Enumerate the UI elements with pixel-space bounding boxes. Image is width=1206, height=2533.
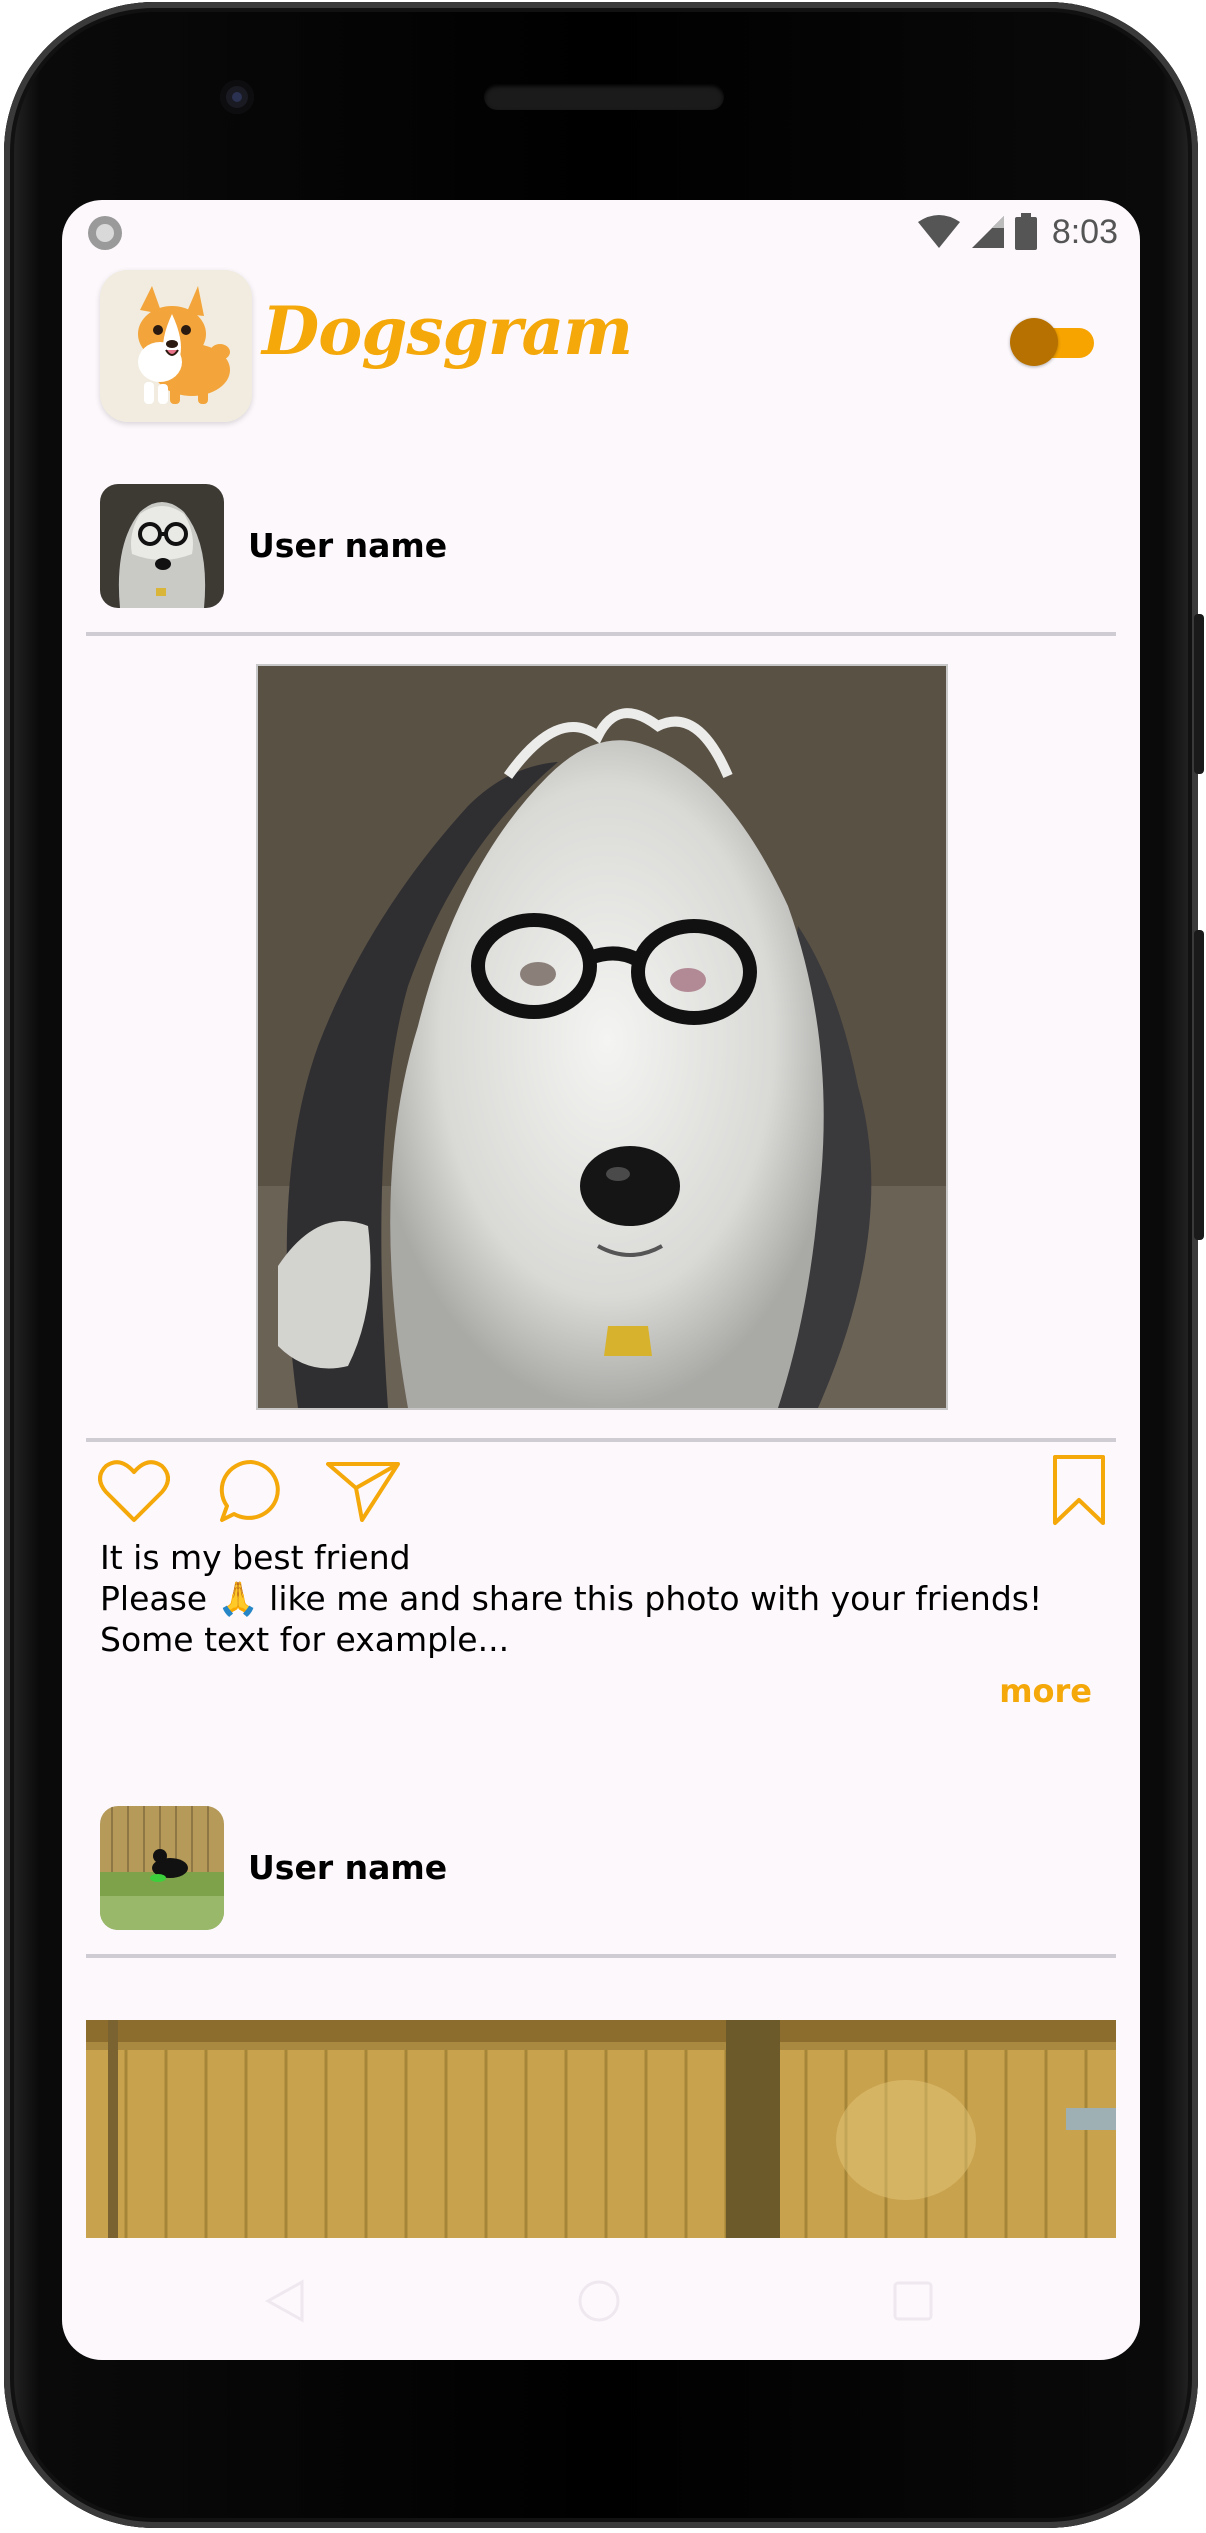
recents-icon[interactable] — [892, 2280, 934, 2322]
toggle-thumb — [1010, 318, 1058, 366]
home-icon[interactable] — [576, 2278, 622, 2324]
caption-line: It is my best friend — [100, 1538, 411, 1577]
post-actions — [62, 1454, 1140, 1544]
send-icon[interactable] — [326, 1460, 400, 1522]
status-bar: 8:03 — [62, 200, 1140, 262]
record-icon — [88, 216, 122, 250]
app-title: Dogsgram — [262, 292, 633, 370]
phone-frame: 8:03 Dogsgram User name It is my best fr… — [4, 2, 1204, 2528]
avatar[interactable] — [100, 1806, 224, 1930]
power-button — [1194, 614, 1204, 774]
volume-button — [1194, 930, 1204, 1240]
post-divider — [86, 1954, 1116, 1958]
front-camera — [220, 80, 254, 114]
avatar[interactable] — [100, 484, 224, 608]
post-username[interactable]: User name — [248, 526, 447, 565]
caption-line: Some text for example... — [100, 1620, 510, 1659]
post-username[interactable]: User name — [248, 1848, 447, 1887]
post-divider — [86, 632, 1116, 636]
post-photo[interactable] — [86, 2020, 1116, 2238]
dog-avatar-image — [100, 1806, 224, 1930]
battery-icon — [1014, 213, 1037, 250]
wifi-icon — [917, 215, 960, 248]
post-header[interactable]: User name — [62, 484, 1140, 614]
comment-icon[interactable] — [218, 1458, 284, 1524]
heart-icon[interactable] — [98, 1458, 170, 1524]
signal-icon — [971, 216, 1004, 248]
caption-line: Please 🙏 like me and share this photo wi… — [100, 1579, 1043, 1618]
post-caption: It is my best friend Please 🙏 like me an… — [100, 1537, 1100, 1660]
fence-image — [86, 2020, 1116, 2238]
system-nav-bar — [62, 2250, 1140, 2360]
bookmark-icon[interactable] — [1052, 1454, 1106, 1526]
post-photo[interactable] — [256, 664, 948, 1410]
actions-divider — [86, 1438, 1116, 1442]
status-time: 8:03 — [1051, 212, 1118, 251]
earpiece-speaker — [484, 84, 724, 110]
app-header: Dogsgram — [62, 262, 1140, 422]
dog-avatar-image — [100, 484, 224, 608]
post-header[interactable]: User name — [62, 1806, 1140, 1936]
back-icon[interactable] — [262, 2278, 308, 2324]
theme-toggle[interactable] — [1010, 318, 1094, 366]
more-link[interactable]: more — [999, 1672, 1092, 1710]
corgi-logo[interactable] — [100, 270, 252, 422]
corgi-icon — [100, 270, 252, 422]
app-screen: 8:03 Dogsgram User name It is my best fr… — [62, 200, 1140, 2360]
sheepdog-image — [258, 666, 946, 1408]
